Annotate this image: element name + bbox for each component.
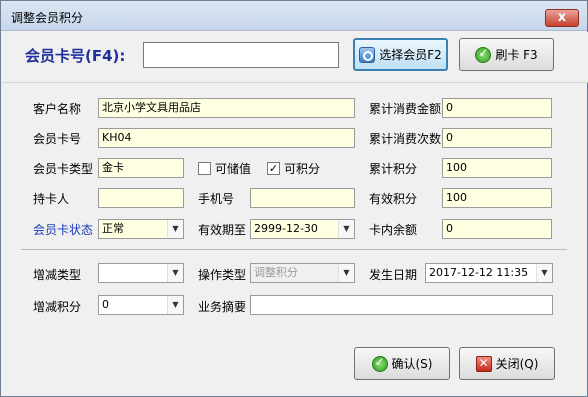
valid-points-field[interactable]: 100	[442, 188, 552, 208]
card-number-label: 会员卡号(F4):	[25, 47, 126, 65]
op-type-label: 操作类型	[198, 268, 247, 282]
close-icon: x	[557, 10, 567, 25]
chevron-down-icon: ▼	[338, 264, 354, 282]
select-member-button[interactable]: 选择会员F2	[353, 38, 448, 71]
confirm-button[interactable]: 确认(S)	[354, 347, 450, 380]
date-label: 发生日期	[369, 268, 418, 282]
customer-name-label: 客户名称	[33, 102, 82, 116]
section-divider	[21, 249, 567, 250]
spend-count-label: 累计消费次数	[369, 132, 442, 146]
card-type-label: 会员卡类型	[33, 162, 94, 176]
valid-points-label: 有效积分	[369, 192, 418, 206]
card-status-label: 会员卡状态	[33, 223, 94, 237]
adjust-type-combo[interactable]: ▼	[98, 263, 184, 283]
confirm-label: 确认(S)	[391, 357, 433, 371]
cancel-icon	[475, 355, 492, 372]
stored-value-checkbox[interactable]	[198, 162, 211, 175]
card-status-combo[interactable]: 正常 ▼	[98, 219, 184, 239]
expiry-value: 2999-12-30	[254, 222, 318, 235]
date-value: 2017-12-12 11:35	[429, 266, 529, 279]
balance-label: 卡内余额	[369, 223, 418, 237]
chevron-down-icon[interactable]: ▼	[338, 220, 354, 238]
window-close-button[interactable]: x	[545, 9, 579, 27]
customer-name-field[interactable]: 北京小学文具用品店	[98, 98, 355, 118]
total-points-field[interactable]: 100	[442, 158, 552, 178]
expiry-label: 有效期至	[198, 223, 247, 237]
total-spent-label: 累计消费金额	[369, 102, 442, 116]
swipe-card-label: 刷卡 F3	[495, 48, 538, 62]
check-icon	[475, 46, 492, 63]
window-title: 调整会员积分	[11, 11, 84, 25]
phone-field[interactable]	[250, 188, 355, 208]
card-no-field[interactable]: KH04	[98, 128, 355, 148]
card-number-input[interactable]	[143, 42, 339, 68]
op-type-combo: 调整积分 ▼	[250, 263, 355, 283]
dialog-window: 调整会员积分 x 会员卡号(F4): 选择会员F2 刷卡 F3 客户名称 北京小…	[0, 0, 588, 397]
adjust-type-label: 增减类型	[33, 268, 82, 282]
date-picker[interactable]: 2017-12-12 11:35 ▼	[425, 263, 553, 283]
balance-field[interactable]: 0	[442, 219, 552, 239]
expiry-date-picker[interactable]: 2999-12-30 ▼	[250, 219, 355, 239]
spend-count-field[interactable]: 0	[442, 128, 552, 148]
card-status-value: 正常	[102, 222, 124, 235]
op-type-value: 调整积分	[254, 266, 298, 279]
chevron-down-icon[interactable]: ▼	[167, 220, 183, 238]
close-button[interactable]: 关闭(Q)	[459, 347, 555, 380]
stored-value-label: 可储值	[215, 162, 252, 176]
adjust-points-value: 0	[102, 298, 109, 311]
points-enabled-label: 可积分	[284, 162, 321, 176]
chevron-down-icon[interactable]: ▼	[536, 264, 552, 282]
close-label: 关闭(Q)	[495, 357, 539, 371]
summary-input[interactable]	[250, 295, 553, 315]
card-no-label: 会员卡号	[33, 132, 82, 146]
adjust-points-label: 增减积分	[33, 300, 82, 314]
summary-label: 业务摘要	[198, 300, 247, 314]
search-icon	[359, 46, 376, 63]
swipe-card-button[interactable]: 刷卡 F3	[459, 38, 554, 71]
select-member-label: 选择会员F2	[379, 48, 442, 62]
phone-label: 手机号	[198, 192, 235, 206]
holder-field[interactable]	[98, 188, 184, 208]
card-type-field[interactable]: 金卡	[98, 158, 184, 178]
title-bar: 调整会员积分 x	[1, 1, 587, 31]
holder-label: 持卡人	[33, 192, 70, 206]
total-points-label: 累计积分	[369, 162, 418, 176]
check-icon	[371, 355, 388, 372]
checkmark-icon: ✓	[268, 162, 279, 175]
chevron-down-icon[interactable]: ▼	[167, 296, 183, 314]
chevron-down-icon[interactable]: ▼	[167, 264, 183, 282]
points-enabled-checkbox[interactable]: ✓	[267, 162, 280, 175]
total-spent-field[interactable]: 0	[442, 98, 552, 118]
adjust-points-combo[interactable]: 0 ▼	[98, 295, 184, 315]
